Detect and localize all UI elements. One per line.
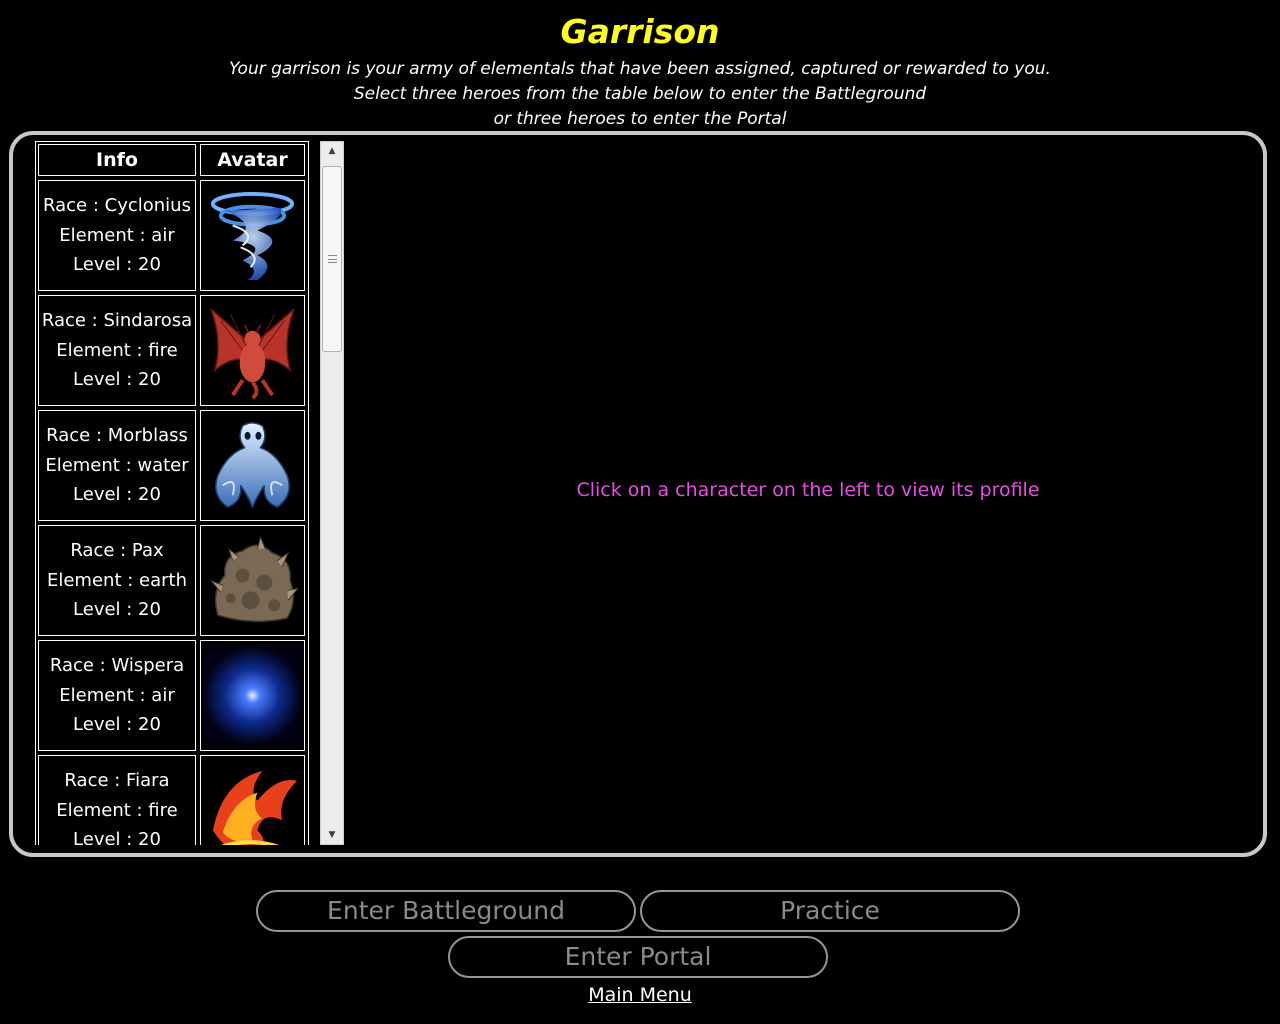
scrollbar-thumb[interactable] <box>322 166 342 352</box>
character-row-sindarosa[interactable]: Race : Sindarosa Element : fire Level : … <box>36 293 308 408</box>
character-element: Element : air <box>59 684 175 706</box>
character-race: Race : Sindarosa <box>41 310 193 332</box>
blue-wisp-icon <box>203 646 302 745</box>
character-avatar[interactable] <box>200 755 305 845</box>
enter-portal-button[interactable]: Enter Portal <box>448 936 828 978</box>
subtitle-line: Select three heroes from the table below… <box>353 84 927 104</box>
character-info[interactable]: Race : Sindarosa Element : fire Level : … <box>38 295 196 406</box>
column-header-avatar: Avatar <box>200 144 305 176</box>
character-race: Race : Cyclonius <box>43 195 191 217</box>
character-row-morblass[interactable]: Race : Morblass Element : water Level : … <box>36 408 308 523</box>
page-title: Garrison <box>560 12 720 51</box>
character-level: Level : 20 <box>73 369 161 391</box>
table-header-row: Info Avatar <box>36 142 308 178</box>
red-dragon-icon <box>210 308 295 400</box>
character-level: Level : 20 <box>73 599 161 621</box>
character-level: Level : 20 <box>73 254 161 276</box>
character-list[interactable]: Info Avatar Race : Cyclonius Element : a… <box>35 141 347 845</box>
subtitle-line: Your garrison is your army of elementals… <box>229 59 1051 79</box>
character-info[interactable]: Race : Morblass Element : water Level : … <box>38 410 196 521</box>
character-level: Level : 20 <box>73 714 161 736</box>
character-level: Level : 20 <box>73 829 161 845</box>
garrison-panel: Info Avatar Race : Cyclonius Element : a… <box>9 131 1267 857</box>
character-row-cyclonius[interactable]: Race : Cyclonius Element : air Level : 2… <box>36 178 308 293</box>
character-race: Race : Pax <box>70 540 164 562</box>
character-avatar[interactable] <box>200 525 305 636</box>
grip-icon <box>328 255 337 263</box>
character-row-fiara[interactable]: Race : Fiara Element : fire Level : 20 <box>36 753 308 845</box>
rock-golem-icon <box>210 535 300 623</box>
character-row-wispera[interactable]: Race : Wispera Element : air Level : 20 <box>36 638 308 753</box>
character-info[interactable]: Race : Fiara Element : fire Level : 20 <box>38 755 196 845</box>
character-element: Element : fire <box>56 339 178 361</box>
character-info[interactable]: Race : Cyclonius Element : air Level : 2… <box>38 180 196 291</box>
character-race: Race : Wispera <box>49 655 185 677</box>
practice-button[interactable]: Practice <box>640 890 1020 932</box>
character-race: Race : Morblass <box>46 425 188 447</box>
scroll-up-arrow-icon[interactable]: ▲ <box>321 142 343 160</box>
water-spirit-icon <box>215 422 290 510</box>
character-info[interactable]: Race : Pax Element : earth Level : 20 <box>38 525 196 636</box>
character-avatar[interactable] <box>200 640 305 751</box>
fire-phoenix-icon <box>212 770 298 845</box>
subtitle-line: or three heroes to enter the Portal <box>493 109 787 129</box>
character-row-pax[interactable]: Race : Pax Element : earth Level : 20 <box>36 523 308 638</box>
character-element: Element : air <box>59 224 175 246</box>
main-menu-link[interactable]: Main Menu <box>0 984 1280 1006</box>
character-level: Level : 20 <box>73 484 161 506</box>
character-avatar[interactable] <box>200 410 305 521</box>
character-race: Race : Fiara <box>64 770 170 792</box>
enter-battleground-button[interactable]: Enter Battleground <box>256 890 636 932</box>
character-element: Element : water <box>45 454 189 476</box>
main-menu-label[interactable]: Main Menu <box>588 984 692 1006</box>
page-subtitle: Your garrison is your army of elementals… <box>0 57 1280 132</box>
character-element: Element : fire <box>56 799 178 821</box>
character-avatar[interactable] <box>200 295 305 406</box>
tornado-elemental-icon <box>210 191 295 281</box>
character-info[interactable]: Race : Wispera Element : air Level : 20 <box>38 640 196 751</box>
character-element: Element : earth <box>46 569 187 591</box>
scroll-down-arrow-icon[interactable]: ▼ <box>321 826 343 844</box>
list-scrollbar[interactable]: ▲ ▼ <box>320 141 344 845</box>
character-table: Info Avatar Race : Cyclonius Element : a… <box>35 141 309 845</box>
character-avatar[interactable] <box>200 180 305 291</box>
column-header-info: Info <box>38 144 196 176</box>
profile-hint: Click on a character on the left to view… <box>576 479 1040 501</box>
